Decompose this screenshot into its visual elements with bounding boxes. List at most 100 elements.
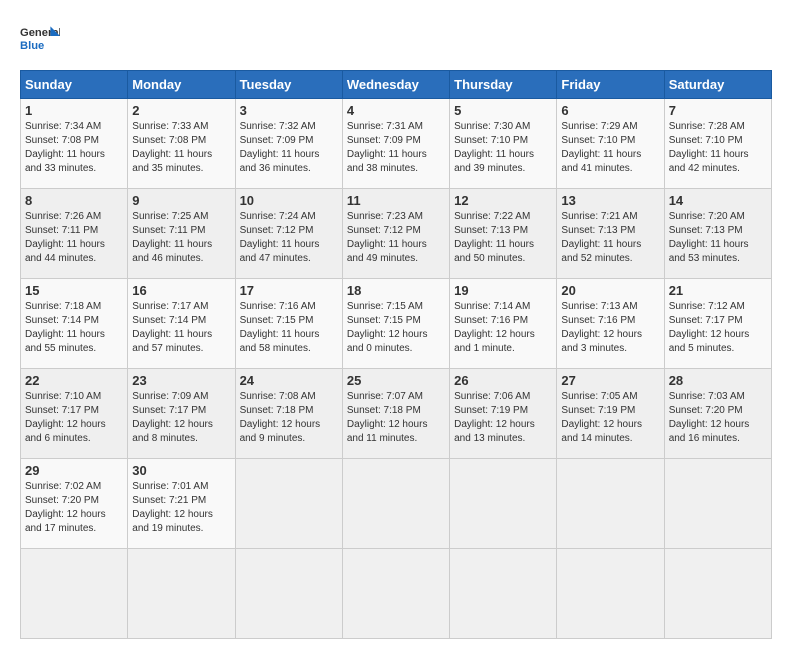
calendar-day-9: 9 Sunrise: 7:25 AM Sunset: 7:11 PM Daylig… — [128, 189, 235, 279]
day-number: 13 — [561, 193, 659, 208]
calendar-day-21: 21 Sunrise: 7:12 AM Sunset: 7:17 PM Dayli… — [664, 279, 771, 369]
day-number: 7 — [669, 103, 767, 118]
day-info: Sunrise: 7:05 AM Sunset: 7:19 PM Dayligh… — [561, 390, 659, 446]
calendar-day-29: 29Sunrise: 7:02 AM Sunset: 7:20 PM Dayli… — [21, 459, 128, 549]
day-info: Sunrise: 7:18 AM Sunset: 7:14 PM Dayligh… — [25, 300, 123, 356]
calendar-day-5: 5 Sunrise: 7:30 AM Sunset: 7:10 PM Daylig… — [450, 99, 557, 189]
day-number: 11 — [347, 193, 445, 208]
day-number: 26 — [454, 373, 552, 388]
column-header-tuesday: Tuesday — [235, 71, 342, 99]
day-number: 3 — [240, 103, 338, 118]
column-header-sunday: Sunday — [21, 71, 128, 99]
day-number: 1 — [25, 103, 123, 118]
calendar-day-22: 22 Sunrise: 7:10 AM Sunset: 7:17 PM Dayli… — [21, 369, 128, 459]
day-info: Sunrise: 7:17 AM Sunset: 7:14 PM Dayligh… — [132, 300, 230, 356]
calendar-day-27: 27Sunrise: 7:05 AM Sunset: 7:19 PM Dayli… — [557, 369, 664, 459]
empty-cell — [342, 459, 449, 549]
day-info: Sunrise: 7:01 AM Sunset: 7:21 PM Dayligh… — [132, 480, 230, 536]
day-info: Sunrise: 7:13 AM Sunset: 7:16 PM Dayligh… — [561, 300, 659, 356]
column-header-friday: Friday — [557, 71, 664, 99]
calendar-day-7: 7 Sunrise: 7:28 AM Sunset: 7:10 PM Daylig… — [664, 99, 771, 189]
calendar-day-1: 1Sunrise: 7:34 AM Sunset: 7:08 PM Daylig… — [21, 99, 128, 189]
day-info: Sunrise: 7:06 AM Sunset: 7:19 PM Dayligh… — [454, 390, 552, 446]
day-number: 21 — [669, 283, 767, 298]
day-number: 17 — [240, 283, 338, 298]
svg-text:Blue: Blue — [20, 40, 44, 52]
calendar-day-6: 6 Sunrise: 7:29 AM Sunset: 7:10 PM Daylig… — [557, 99, 664, 189]
day-number: 22 — [25, 373, 123, 388]
empty-cell — [235, 549, 342, 639]
day-number: 30 — [132, 463, 230, 478]
calendar-week-row: 22 Sunrise: 7:10 AM Sunset: 7:17 PM Dayli… — [21, 369, 772, 459]
column-header-saturday: Saturday — [664, 71, 771, 99]
day-info: Sunrise: 7:08 AM Sunset: 7:18 PM Dayligh… — [240, 390, 338, 446]
calendar-day-17: 17Sunrise: 7:16 AM Sunset: 7:15 PM Dayli… — [235, 279, 342, 369]
day-info: Sunrise: 7:33 AM Sunset: 7:08 PM Dayligh… — [132, 120, 230, 176]
calendar-day-15: 15 Sunrise: 7:18 AM Sunset: 7:14 PM Dayli… — [21, 279, 128, 369]
day-info: Sunrise: 7:10 AM Sunset: 7:17 PM Dayligh… — [25, 390, 123, 446]
calendar-week-row: 15 Sunrise: 7:18 AM Sunset: 7:14 PM Dayli… — [21, 279, 772, 369]
column-header-thursday: Thursday — [450, 71, 557, 99]
day-number: 8 — [25, 193, 123, 208]
empty-cell — [664, 459, 771, 549]
day-number: 25 — [347, 373, 445, 388]
day-number: 6 — [561, 103, 659, 118]
day-number: 18 — [347, 283, 445, 298]
day-info: Sunrise: 7:09 AM Sunset: 7:17 PM Dayligh… — [132, 390, 230, 446]
day-info: Sunrise: 7:03 AM Sunset: 7:20 PM Dayligh… — [669, 390, 767, 446]
calendar-day-10: 10 Sunrise: 7:24 AM Sunset: 7:12 PM Dayli… — [235, 189, 342, 279]
empty-cell — [557, 549, 664, 639]
calendar-day-24: 24 Sunrise: 7:08 AM Sunset: 7:18 PM Dayli… — [235, 369, 342, 459]
day-info: Sunrise: 7:20 AM Sunset: 7:13 PM Dayligh… — [669, 210, 767, 266]
day-info: Sunrise: 7:32 AM Sunset: 7:09 PM Dayligh… — [240, 120, 338, 176]
day-info: Sunrise: 7:24 AM Sunset: 7:12 PM Dayligh… — [240, 210, 338, 266]
day-info: Sunrise: 7:23 AM Sunset: 7:12 PM Dayligh… — [347, 210, 445, 266]
column-header-wednesday: Wednesday — [342, 71, 449, 99]
day-number: 16 — [132, 283, 230, 298]
day-number: 14 — [669, 193, 767, 208]
day-number: 10 — [240, 193, 338, 208]
calendar-day-18: 18 Sunrise: 7:15 AM Sunset: 7:15 PM Dayli… — [342, 279, 449, 369]
empty-cell — [342, 549, 449, 639]
day-number: 23 — [132, 373, 230, 388]
day-number: 24 — [240, 373, 338, 388]
page-header: General Blue — [20, 20, 772, 60]
calendar-week-row: 1Sunrise: 7:34 AM Sunset: 7:08 PM Daylig… — [21, 99, 772, 189]
calendar-day-3: 3 Sunrise: 7:32 AM Sunset: 7:09 PM Daylig… — [235, 99, 342, 189]
day-number: 12 — [454, 193, 552, 208]
day-info: Sunrise: 7:31 AM Sunset: 7:09 PM Dayligh… — [347, 120, 445, 176]
day-info: Sunrise: 7:30 AM Sunset: 7:10 PM Dayligh… — [454, 120, 552, 176]
day-number: 20 — [561, 283, 659, 298]
calendar-day-16: 16 Sunrise: 7:17 AM Sunset: 7:14 PM Dayli… — [128, 279, 235, 369]
calendar-day-28: 28Sunrise: 7:03 AM Sunset: 7:20 PM Dayli… — [664, 369, 771, 459]
calendar-day-12: 12Sunrise: 7:22 AM Sunset: 7:13 PM Dayli… — [450, 189, 557, 279]
day-info: Sunrise: 7:28 AM Sunset: 7:10 PM Dayligh… — [669, 120, 767, 176]
day-info: Sunrise: 7:02 AM Sunset: 7:20 PM Dayligh… — [25, 480, 123, 536]
empty-cell — [21, 549, 128, 639]
day-info: Sunrise: 7:07 AM Sunset: 7:18 PM Dayligh… — [347, 390, 445, 446]
day-info: Sunrise: 7:26 AM Sunset: 7:11 PM Dayligh… — [25, 210, 123, 266]
empty-cell — [557, 459, 664, 549]
empty-cell — [128, 549, 235, 639]
column-header-monday: Monday — [128, 71, 235, 99]
empty-cell — [450, 459, 557, 549]
calendar-day-4: 4Sunrise: 7:31 AM Sunset: 7:09 PM Daylig… — [342, 99, 449, 189]
day-info: Sunrise: 7:15 AM Sunset: 7:15 PM Dayligh… — [347, 300, 445, 356]
day-info: Sunrise: 7:29 AM Sunset: 7:10 PM Dayligh… — [561, 120, 659, 176]
day-number: 15 — [25, 283, 123, 298]
day-number: 9 — [132, 193, 230, 208]
day-number: 5 — [454, 103, 552, 118]
calendar-day-8: 8 Sunrise: 7:26 AM Sunset: 7:11 PM Daylig… — [21, 189, 128, 279]
day-number: 2 — [132, 103, 230, 118]
empty-cell — [235, 459, 342, 549]
calendar-day-25: 25 Sunrise: 7:07 AM Sunset: 7:18 PM Dayli… — [342, 369, 449, 459]
calendar-day-13: 13Sunrise: 7:21 AM Sunset: 7:13 PM Dayli… — [557, 189, 664, 279]
day-info: Sunrise: 7:14 AM Sunset: 7:16 PM Dayligh… — [454, 300, 552, 356]
calendar-day-26: 26 Sunrise: 7:06 AM Sunset: 7:19 PM Dayli… — [450, 369, 557, 459]
day-info: Sunrise: 7:25 AM Sunset: 7:11 PM Dayligh… — [132, 210, 230, 266]
empty-cell — [664, 549, 771, 639]
day-info: Sunrise: 7:12 AM Sunset: 7:17 PM Dayligh… — [669, 300, 767, 356]
calendar-day-14: 14 Sunrise: 7:20 AM Sunset: 7:13 PM Dayli… — [664, 189, 771, 279]
day-number: 19 — [454, 283, 552, 298]
calendar-week-row — [21, 549, 772, 639]
